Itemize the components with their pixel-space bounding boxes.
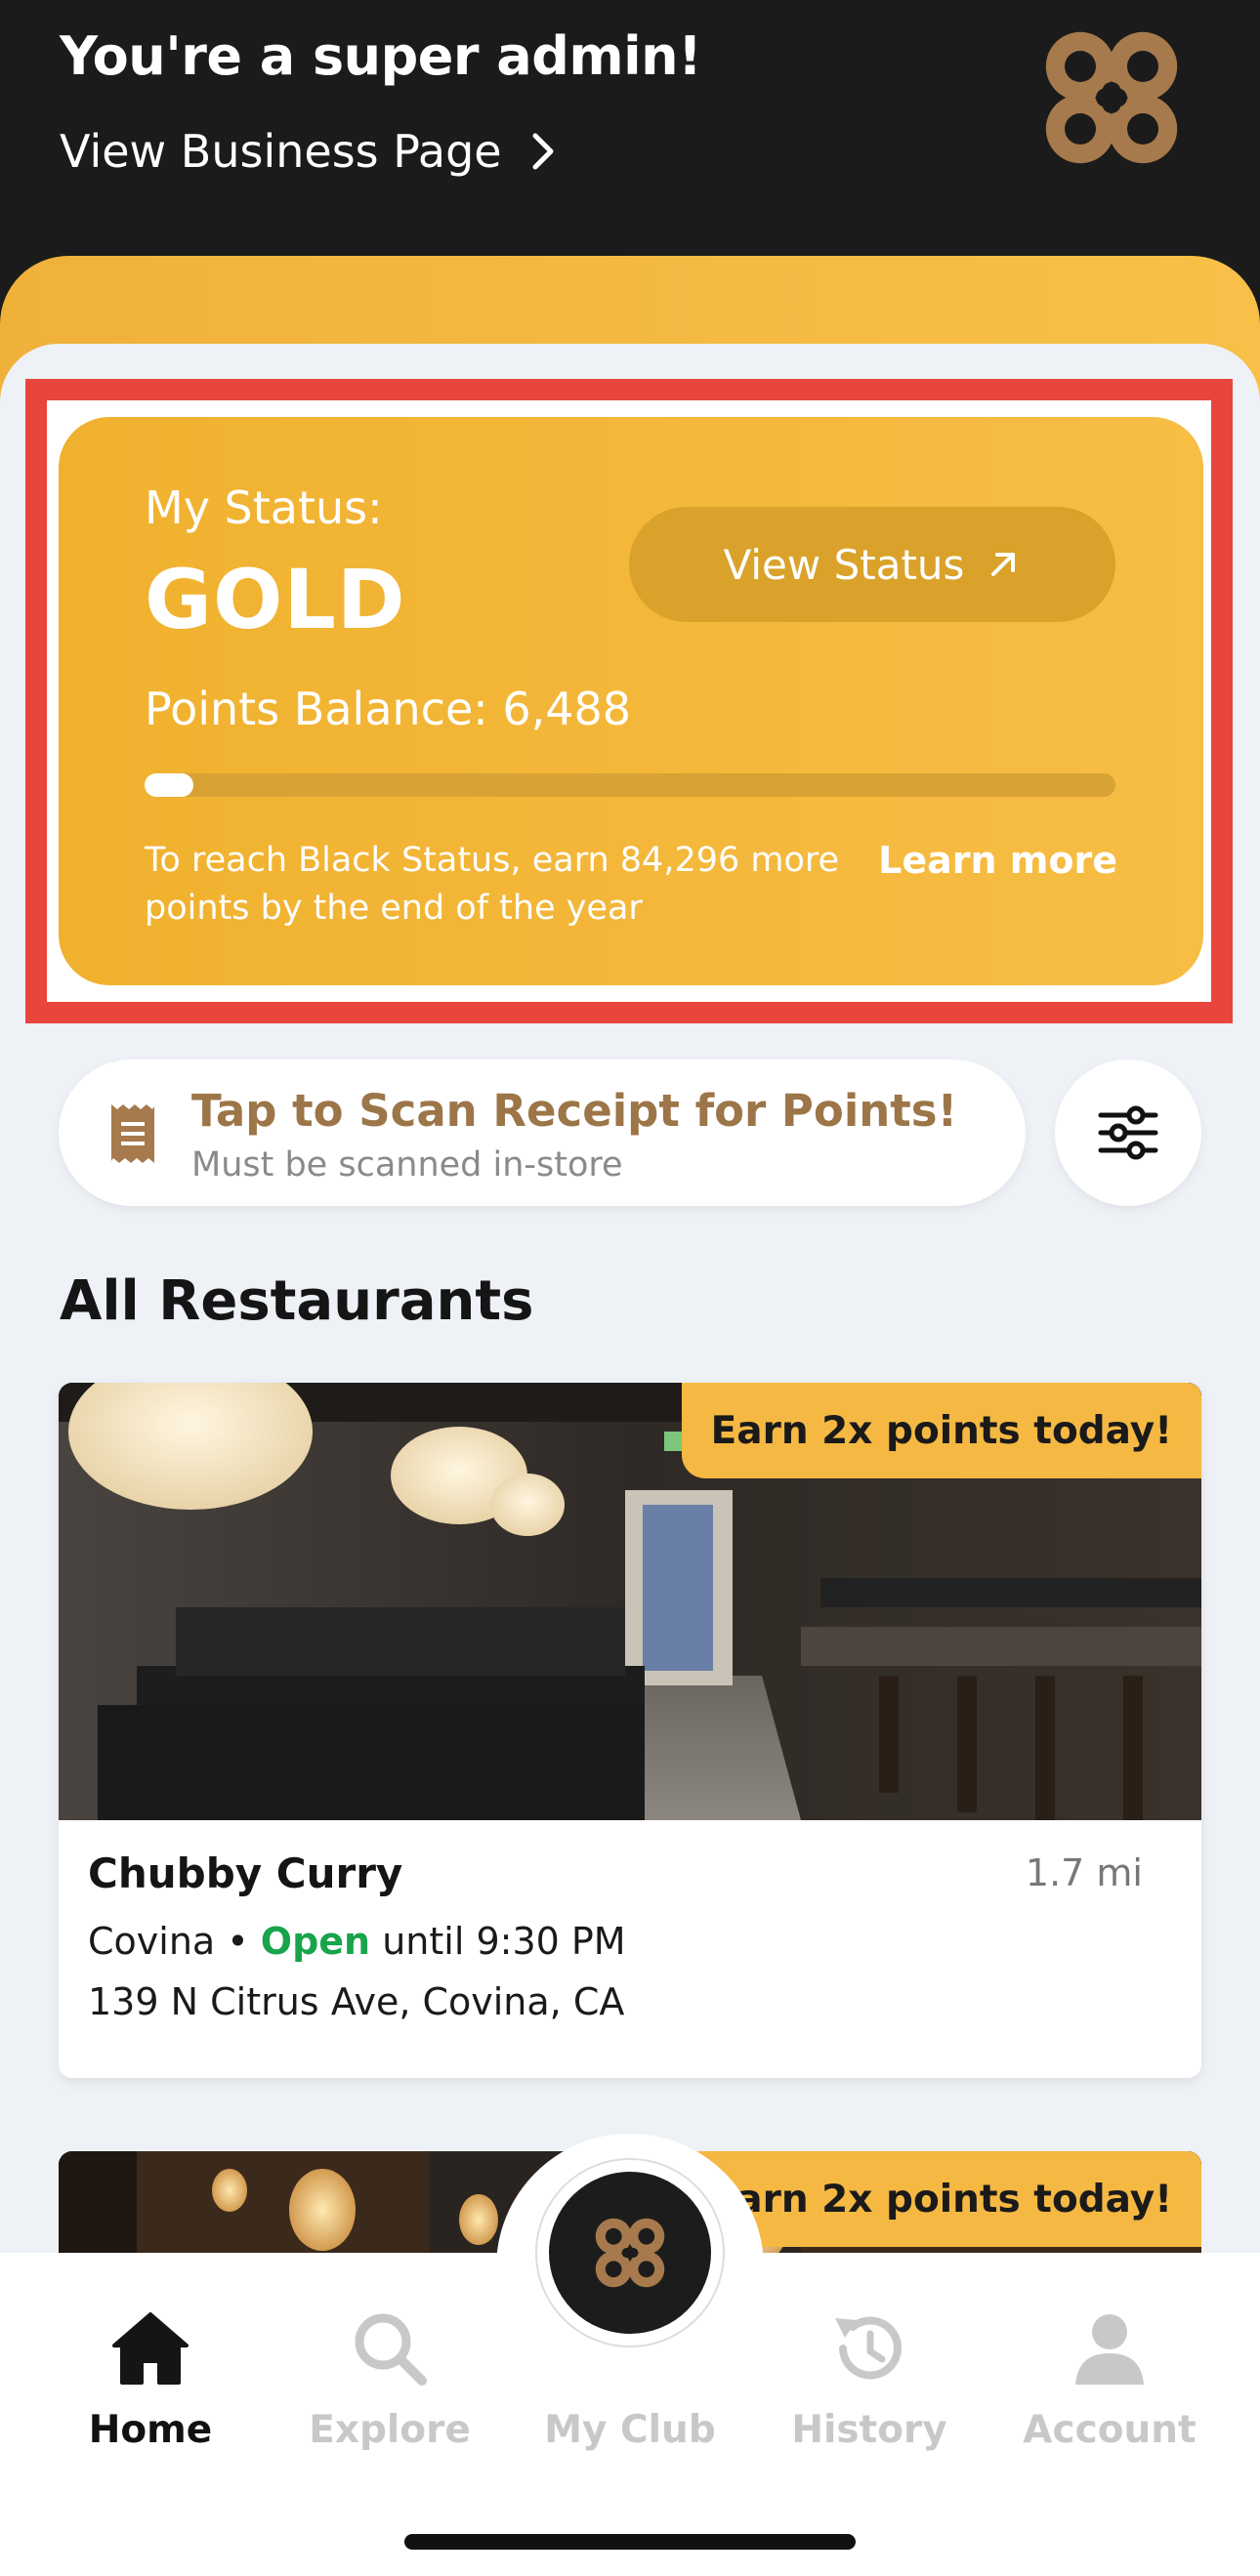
view-status-button[interactable]: View Status [629,507,1115,622]
nav-explore-label: Explore [309,2408,471,2452]
admin-title: You're a super admin! [60,25,702,87]
restaurant-address: 139 N Citrus Ave, Covina, CA [88,1980,625,2023]
restaurant-city: Covina [88,1920,216,1963]
open-status: Open [260,1920,371,1963]
nav-my-club-label: My Club [544,2408,716,2452]
all-restaurants-heading: All Restaurants [60,1269,534,1333]
view-status-label: View Status [723,540,965,589]
nav-history[interactable]: History [772,2306,967,2463]
home-indicator [404,2534,856,2550]
view-business-page-link[interactable]: View Business Page [60,125,561,178]
nav-explore[interactable]: Explore [292,2306,487,2463]
restaurant-distance: 1.7 mi [1025,1851,1143,1894]
receipt-icon [111,1104,154,1163]
home-icon [112,2312,189,2385]
brand-cross-logo-icon [595,2218,665,2288]
nav-my-club-spacer [588,2306,672,2390]
app-screen: You're a super admin! View Business Page… [0,0,1260,2576]
status-card: My Status: GOLD View Status Points Balan… [59,417,1203,985]
scan-receipt-subtitle: Must be scanned in-store [191,1145,623,1184]
nav-history-label: History [791,2408,947,2452]
restaurant-hours-line: Covina • Open until 9:30 PM [88,1920,626,1963]
sliders-icon [1098,1105,1158,1160]
view-business-page-label: View Business Page [60,125,502,178]
history-icon [835,2316,902,2380]
filter-button[interactable] [1055,1059,1201,1206]
nav-account[interactable]: Account [1012,2306,1207,2463]
nav-account-label: Account [1023,2408,1197,2452]
brand-cross-logo-icon [1045,31,1178,164]
scan-receipt-button[interactable]: Tap to Scan Receipt for Points! Must be … [59,1059,1026,1206]
reach-status-text: To reach Black Status, earn 84,296 more … [145,841,840,928]
restaurant-name: Chubby Curry [88,1849,403,1897]
status-label: My Status: [145,481,383,534]
scan-receipt-title: Tap to Scan Receipt for Points! [191,1085,958,1137]
search-icon [355,2313,427,2386]
account-icon [1075,2314,1144,2385]
chevron-right-icon [532,133,554,170]
separator-dot: • [215,1920,261,1963]
restaurant-hours: until 9:30 PM [370,1920,626,1963]
promo-badge: Earn 2x points today! [681,1383,1201,1478]
arrow-up-right-icon [991,553,1016,576]
nav-home[interactable]: Home [53,2306,248,2463]
status-progress-bar [145,773,1115,797]
status-progress-fill [145,773,193,797]
restaurant-card[interactable]: Earn 2x points today! Chubby Curry 1.7 m… [59,1383,1201,2078]
status-tier: GOLD [145,552,406,647]
nav-my-club[interactable]: My Club [532,2306,728,2463]
nav-home-label: Home [88,2408,213,2452]
points-balance: Points Balance: 6,488 [145,683,632,735]
learn-more-link[interactable]: Learn more [878,839,1117,882]
